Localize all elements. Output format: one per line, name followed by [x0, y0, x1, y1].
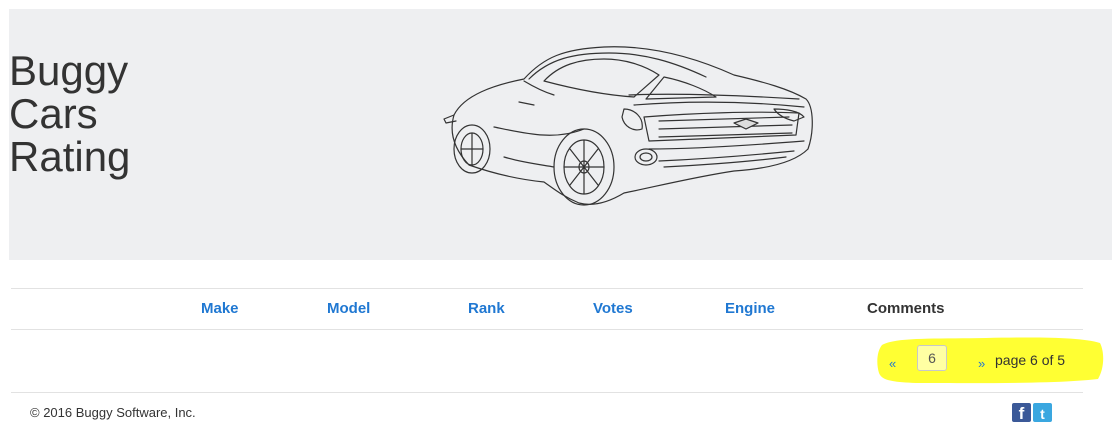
- column-header-rank[interactable]: Rank: [468, 300, 505, 317]
- pagination-highlight-marker: [877, 337, 1104, 384]
- site-title-line-1: Buggy: [9, 47, 129, 94]
- site-title[interactable]: Buggy Cars Rating: [9, 49, 209, 178]
- column-header-votes[interactable]: Votes: [593, 300, 633, 317]
- page-number-input[interactable]: [917, 345, 947, 371]
- site-title-line-2: Cars: [9, 90, 98, 137]
- twitter-icon[interactable]: t: [1033, 403, 1052, 422]
- facebook-icon[interactable]: f: [1012, 403, 1031, 422]
- previous-page-button[interactable]: «: [889, 356, 896, 371]
- table-bottom-border: [11, 392, 1083, 393]
- next-page-button[interactable]: »: [978, 356, 985, 371]
- column-header-comments: Comments: [867, 300, 945, 317]
- table-header-border: [11, 329, 1083, 330]
- page-count-text: page 6 of 5: [995, 352, 1066, 368]
- table-top-border: [11, 288, 1083, 289]
- site-title-line-3: Rating: [9, 133, 131, 180]
- column-header-model[interactable]: Model: [327, 300, 370, 317]
- column-header-make[interactable]: Make: [201, 300, 239, 317]
- hero-banner: Buggy Cars Rating: [9, 9, 1112, 260]
- column-header-engine[interactable]: Engine: [725, 300, 775, 317]
- copyright-text: © 2016 Buggy Software, Inc.: [30, 405, 196, 420]
- car-illustration: [443, 46, 813, 206]
